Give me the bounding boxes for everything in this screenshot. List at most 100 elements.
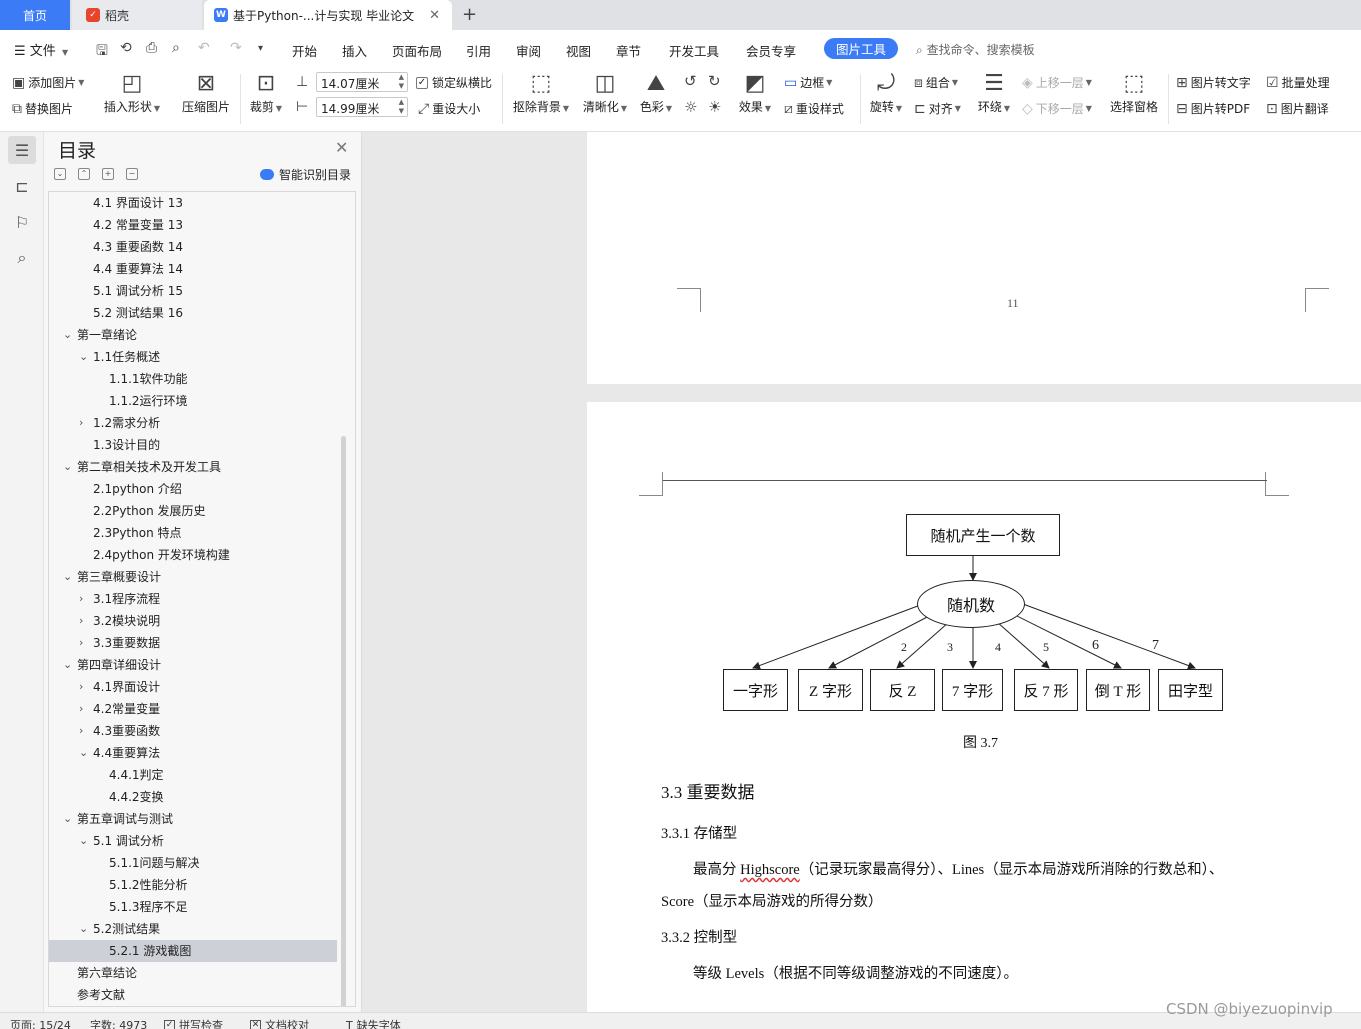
toc-item[interactable]: 1.1.1软件功能 (49, 368, 337, 390)
undo-icon[interactable]: ↶ (198, 40, 210, 56)
bring-forward-button[interactable]: ◈ 上移一层 ▼ (1022, 74, 1092, 91)
format-painter-icon[interactable]: ⟲ (120, 40, 132, 56)
chevron-down-icon[interactable]: ⌄ (79, 346, 88, 368)
group-button[interactable]: ⧈ 组合 ▼ (914, 74, 958, 91)
save-icon[interactable]: 🖫 (96, 40, 108, 64)
menu-home[interactable]: 开始 (292, 41, 317, 60)
chevron-down-icon[interactable]: ⌄ (79, 830, 88, 852)
toc-item[interactable]: 4.3 重要函数 14 (49, 236, 337, 258)
menu-review[interactable]: 审阅 (516, 41, 541, 60)
width-input[interactable]: 14.07厘米 ▲ ▼ (316, 72, 408, 92)
toc-item[interactable]: › 4.1界面设计 (49, 676, 337, 698)
batch-process-button[interactable]: ☑ 批量处理 (1266, 74, 1330, 91)
remove-background-button[interactable]: ⬚ 抠除背景 ▼ (512, 70, 570, 115)
toc-item[interactable]: 2.1python 介绍 (49, 478, 337, 500)
tab-daoke[interactable]: ✓ 稻壳 (72, 0, 202, 30)
print-icon[interactable]: ⎙ (146, 40, 157, 56)
add-picture-button[interactable]: ▣ 添加图片 ▼ (12, 74, 84, 91)
toc-item[interactable]: 2.2Python 发展历史 (49, 500, 337, 522)
toc-item[interactable]: › 3.1程序流程 (49, 588, 337, 610)
insert-shape-button[interactable]: ◰ 插入形状 ▼ (102, 70, 162, 115)
stepper-icon[interactable]: ▲ ▼ (399, 98, 404, 116)
document-canvas[interactable]: 11 随机产生一个数 随机数 2 3 4 5 6 7 一字形 Z 字形 反 Z … (362, 132, 1361, 1012)
crop-button[interactable]: ⊡ 裁剪 ▼ (246, 70, 286, 115)
missing-font-button[interactable]: T 缺失字体 (346, 1017, 401, 1029)
chevron-down-icon[interactable]: ⌄ (63, 324, 72, 346)
toc-item[interactable]: 5.1.2性能分析 (49, 874, 337, 896)
border-button[interactable]: ▭ 边框 ▼ (784, 74, 832, 91)
menu-view[interactable]: 视图 (566, 41, 591, 60)
toc-item[interactable]: ⌄ 第三章概要设计 (49, 566, 337, 588)
menu-chapter[interactable]: 章节 (616, 41, 641, 60)
chevron-down-icon[interactable]: ⌄ (63, 808, 72, 830)
toc-item[interactable]: 1.1.2运行环境 (49, 390, 337, 412)
collapse-all-icon[interactable]: ⌄ (54, 168, 66, 180)
file-menu[interactable]: ☰ 文件 ▼ (14, 40, 68, 59)
toc-panel-icon[interactable]: ☰ (8, 136, 36, 164)
doc-proof-toggle[interactable]: ✕ 文档校对 (250, 1017, 309, 1029)
toc-item[interactable]: ⌄ 第四章详细设计 (49, 654, 337, 676)
chevron-down-icon[interactable]: ⌄ (63, 566, 72, 588)
toc-item[interactable]: 2.3Python 特点 (49, 522, 337, 544)
selection-pane-button[interactable]: ⬚ 选择窗格 (1106, 70, 1162, 115)
remove-entry-icon[interactable]: − (126, 168, 138, 180)
smart-toc-button[interactable]: 智能识别目录 (260, 166, 351, 183)
more-icon[interactable]: ▾ (258, 43, 263, 54)
new-tab-button[interactable]: + (462, 4, 477, 25)
toc-item[interactable]: 5.2.1 游戏截图 (49, 940, 337, 962)
toc-item[interactable]: 5.1.1问题与解决 (49, 852, 337, 874)
command-search[interactable]: ⌕ 查找命令、搜索模板 (916, 41, 1035, 58)
chevron-right-icon[interactable]: › (79, 588, 83, 610)
replace-picture-button[interactable]: ⧉ 替换图片 (12, 100, 73, 117)
picture-to-text-button[interactable]: ⊞ 图片转文字 (1176, 74, 1251, 91)
toc-item[interactable]: › 1.2需求分析 (49, 412, 337, 434)
toc-item[interactable]: 4.4.1判定 (49, 764, 337, 786)
reset-style-button[interactable]: ⧄ 重设样式 (784, 100, 844, 117)
toc-item[interactable]: 4.1 界面设计 13 (49, 192, 337, 214)
chevron-right-icon[interactable]: › (79, 632, 83, 654)
bookmark-icon[interactable]: ⚐ (8, 208, 36, 236)
menu-page-layout[interactable]: 页面布局 (392, 41, 442, 60)
toc-item[interactable]: ⌄ 5.2测试结果 (49, 918, 337, 940)
toc-item[interactable]: 1.3设计目的 (49, 434, 337, 456)
rotate-button[interactable]: ⤾ 旋转 ▼ (866, 70, 906, 115)
toc-item[interactable]: ⌄ 第五章调试与测试 (49, 808, 337, 830)
chevron-down-icon[interactable]: ⌄ (63, 456, 72, 478)
rotate-right-icon[interactable]: ↻ (708, 72, 721, 90)
toc-item[interactable]: 2.4python 开发环境构建 (49, 544, 337, 566)
toc-item[interactable]: 4.4.2变换 (49, 786, 337, 808)
lock-ratio-checkbox[interactable]: ✓ 锁定纵横比 (416, 74, 492, 91)
toc-item[interactable]: 5.2 测试结果 16 (49, 302, 337, 324)
spell-check-toggle[interactable]: ✓ 拼写检查 (164, 1017, 223, 1029)
toc-item[interactable]: 参考文献 (49, 984, 337, 1006)
menu-developer[interactable]: 开发工具 (669, 41, 719, 60)
chevron-down-icon[interactable]: ⌄ (79, 742, 88, 764)
toc-item[interactable]: ⌄ 1.1任务概述 (49, 346, 337, 368)
compress-picture-button[interactable]: ⊠ 压缩图片 (180, 70, 232, 115)
effects-button[interactable]: ◩ 效果 ▼ (736, 70, 774, 115)
page-indicator[interactable]: 页面: 15/24 (10, 1017, 71, 1029)
toc-scrollbar[interactable] (341, 436, 346, 1006)
tab-home[interactable]: 首页 (0, 0, 70, 30)
chevron-right-icon[interactable]: › (79, 676, 83, 698)
misspelled-word[interactable]: Highscore (740, 862, 800, 878)
close-icon[interactable]: ✕ (429, 8, 440, 23)
toc-item[interactable]: 5.1 调试分析 15 (49, 280, 337, 302)
color-button[interactable]: ⛰ 色彩 ▼ (638, 70, 674, 115)
stepper-icon[interactable]: ▲ ▼ (399, 73, 404, 91)
chevron-right-icon[interactable]: › (79, 698, 83, 720)
toc-item[interactable]: 5.1.3程序不足 (49, 896, 337, 918)
toc-item[interactable]: ⌄ 4.4重要算法 (49, 742, 337, 764)
chevron-right-icon[interactable]: › (79, 412, 83, 434)
toc-item[interactable]: › 4.3重要函数 (49, 720, 337, 742)
reset-size-button[interactable]: ⤢ 重设大小 (418, 100, 480, 117)
add-entry-icon[interactable]: + (102, 168, 114, 180)
toc-item[interactable]: ⌄ 5.1 调试分析 (49, 830, 337, 852)
send-backward-button[interactable]: ◇ 下移一层 ▼ (1022, 100, 1092, 117)
menu-insert[interactable]: 插入 (342, 41, 367, 60)
toc-item[interactable]: 4.2 常量变量 13 (49, 214, 337, 236)
word-count[interactable]: 字数: 4973 (90, 1017, 147, 1029)
rotate-left-icon[interactable]: ↺ (684, 72, 697, 90)
menu-references[interactable]: 引用 (466, 41, 491, 60)
toc-item[interactable]: › 3.2模块说明 (49, 610, 337, 632)
